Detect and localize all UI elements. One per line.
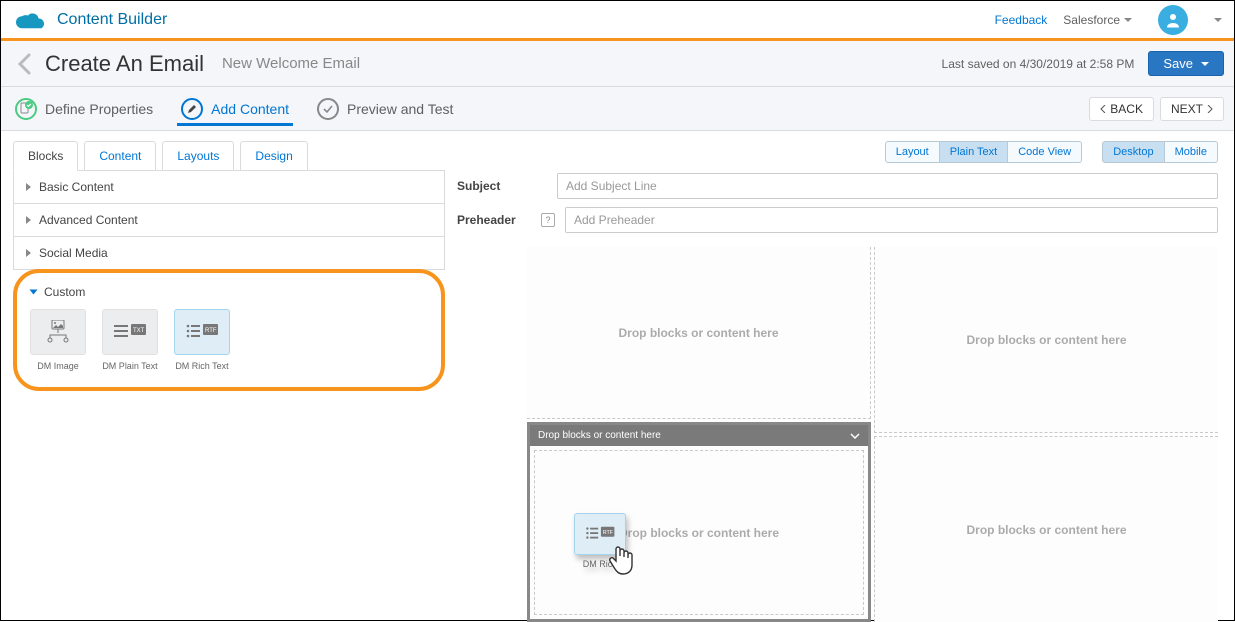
back-button[interactable]: [13, 53, 35, 75]
accordion-custom[interactable]: Custom: [27, 281, 431, 309]
svg-text:RTF: RTF: [603, 530, 614, 536]
blocks-accordion: Basic Content Advanced Content Social Me…: [13, 170, 445, 270]
pencil-icon: [186, 103, 198, 115]
rich-text-icon: RTF: [585, 525, 615, 543]
view-mode-toggle: Layout Plain Text Code View: [885, 141, 1083, 163]
user-icon: [1164, 11, 1182, 29]
check-icon: [322, 103, 334, 115]
save-button[interactable]: Save: [1148, 51, 1224, 76]
chevron-right-icon: [26, 249, 31, 257]
settings-caret-icon[interactable]: [1214, 18, 1222, 22]
chevron-left-icon: [1100, 105, 1106, 113]
chevron-right-icon: [26, 183, 31, 191]
block-label: DM Image: [37, 361, 79, 371]
block-label: DM Rich Text: [175, 361, 228, 371]
subject-label: Subject: [457, 179, 557, 193]
drop-zone[interactable]: Drop blocks or content here: [874, 436, 1218, 622]
email-canvas: Drop blocks or content here Drop blocks …: [457, 247, 1218, 622]
caret-down-icon: [1124, 18, 1132, 22]
help-icon[interactable]: ?: [541, 213, 555, 227]
accordion-custom-highlight: Custom DM Image TX: [13, 269, 445, 391]
tab-design[interactable]: Design: [240, 141, 307, 171]
preheader-input[interactable]: [565, 207, 1218, 233]
chevron-down-icon: [30, 290, 38, 295]
chevron-down-icon: [850, 433, 860, 439]
cursor-hand-icon: [607, 543, 637, 577]
wizard-steps: Define Properties Add Content Preview an…: [1, 87, 1234, 131]
drop-zone[interactable]: Drop blocks or content here: [527, 247, 871, 419]
avatar[interactable]: [1158, 5, 1188, 35]
view-plain-text[interactable]: Plain Text: [940, 141, 1009, 163]
left-panel: Blocks Content Layouts Design Basic Cont…: [1, 131, 457, 622]
feedback-link[interactable]: Feedback: [995, 13, 1048, 27]
tab-blocks[interactable]: Blocks: [13, 141, 78, 171]
last-saved: Last saved on 4/30/2019 at 2:58 PM: [942, 57, 1135, 71]
chevron-right-icon: [1207, 105, 1213, 113]
cloud-logo: [13, 8, 49, 32]
view-layout[interactable]: Layout: [885, 141, 940, 163]
preheader-label: Preheader: [457, 213, 541, 227]
back-nav-button[interactable]: BACK: [1089, 97, 1154, 121]
drop-zone-header: Drop blocks or content here: [530, 425, 868, 446]
drop-zone-active[interactable]: Drop blocks or content here Drop blocks …: [527, 422, 871, 622]
device-mobile[interactable]: Mobile: [1165, 141, 1218, 163]
block-dm-image[interactable]: DM Image: [27, 309, 89, 371]
chevron-right-icon: [26, 216, 31, 224]
svg-text:RTF: RTF: [205, 328, 217, 334]
page-title: Create An Email: [45, 51, 204, 77]
app-header: Content Builder Feedback Salesforce: [1, 1, 1234, 41]
accordion-social-media[interactable]: Social Media: [14, 237, 444, 269]
block-dm-rich-text[interactable]: RTF DM Rich Text: [171, 309, 233, 371]
document-check-icon: [18, 101, 34, 117]
rich-text-icon: RTF: [186, 322, 218, 342]
app-title: Content Builder: [57, 11, 995, 29]
block-label: DM Plain Text: [102, 361, 157, 371]
accordion-basic-content[interactable]: Basic Content: [14, 171, 444, 204]
accordion-advanced-content[interactable]: Advanced Content: [14, 204, 444, 237]
page-subtitle: New Welcome Email: [222, 55, 942, 72]
device-toggle: Desktop Mobile: [1102, 141, 1218, 163]
save-caret-icon: [1201, 62, 1209, 66]
panel-tabs: Blocks Content Layouts Design: [13, 141, 445, 171]
svg-text:TXT: TXT: [133, 328, 145, 334]
device-desktop[interactable]: Desktop: [1102, 141, 1164, 163]
tab-layouts[interactable]: Layouts: [162, 141, 234, 171]
next-nav-button[interactable]: NEXT: [1160, 97, 1224, 121]
view-code[interactable]: Code View: [1008, 141, 1082, 163]
text-list-icon: TXT: [114, 322, 146, 342]
subject-input[interactable]: [557, 173, 1218, 199]
image-branch-icon: [43, 320, 73, 344]
step-preview-test[interactable]: Preview and Test: [313, 92, 457, 126]
step-define-properties[interactable]: Define Properties: [11, 92, 157, 126]
right-panel: Layout Plain Text Code View Desktop Mobi…: [457, 131, 1234, 622]
page-header: Create An Email New Welcome Email Last s…: [1, 41, 1234, 87]
drop-zone[interactable]: Drop blocks or content here: [874, 247, 1218, 433]
step-add-content[interactable]: Add Content: [177, 92, 293, 126]
account-menu[interactable]: Salesforce: [1063, 13, 1132, 27]
tab-content[interactable]: Content: [84, 141, 156, 171]
block-dm-plain-text[interactable]: TXT DM Plain Text: [99, 309, 161, 371]
